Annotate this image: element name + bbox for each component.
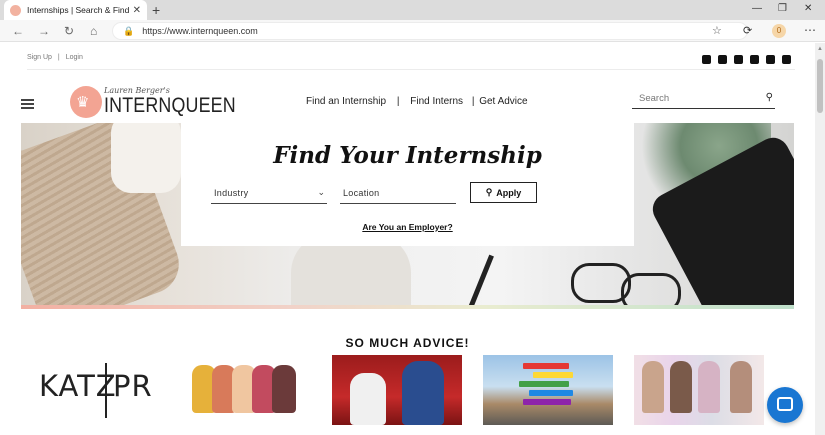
scroll-up-icon[interactable]: ▲: [817, 46, 823, 52]
page-scrollbar[interactable]: ▲: [815, 43, 825, 435]
katz-logo-divider: [105, 363, 107, 418]
hamburger-menu-icon[interactable]: [21, 99, 34, 111]
browser-tabstrip: Internships | Search & Find Your ✕ + — ❐…: [0, 0, 825, 20]
web-page: Sign Up | Login ♛ Lauren Berger's INTERN…: [0, 43, 815, 435]
favorite-star-icon[interactable]: ☆: [712, 24, 722, 37]
pinterest-icon[interactable]: [750, 55, 759, 64]
new-tab-button[interactable]: +: [152, 2, 160, 18]
advice-card-signpost-photo[interactable]: [483, 355, 613, 425]
nav-get-advice[interactable]: Get Advice: [479, 96, 527, 107]
refresh-icon[interactable]: ↻: [64, 24, 74, 38]
location-label: Location: [343, 188, 380, 198]
chat-bubble-icon: [777, 397, 793, 411]
url-field[interactable]: 🔒 https://www.internqueen.com: [112, 22, 748, 40]
photo-figure: [402, 361, 444, 425]
topbar-separator: |: [57, 54, 60, 61]
signpost-sign: [519, 381, 569, 387]
window-close-button[interactable]: ✕: [804, 3, 812, 14]
chevron-down-icon: ⌄: [317, 187, 325, 197]
signpost-sign: [523, 399, 571, 405]
industry-select[interactable]: Industry ⌄: [211, 184, 327, 204]
nav-separator: |: [471, 96, 475, 107]
twitter-icon[interactable]: [702, 55, 711, 64]
minimize-button[interactable]: —: [752, 3, 762, 14]
apply-label: Apply: [496, 187, 522, 198]
extension-icon[interactable]: ⟳: [743, 24, 752, 37]
youtube-icon[interactable]: [734, 55, 743, 64]
lock-icon: 🔒: [123, 25, 135, 36]
extension-badge[interactable]: 0: [772, 24, 786, 38]
chat-widget-button[interactable]: [767, 387, 803, 423]
collage-person: [642, 361, 664, 413]
site-favicon-icon: [10, 4, 21, 16]
collage-person: [670, 361, 692, 413]
crown-icon: ♛: [76, 94, 90, 111]
facebook-icon[interactable]: [718, 55, 727, 64]
advice-heading: SO MUCH ADVICE!: [345, 336, 470, 350]
top-utility-bar: Sign Up | Login: [0, 43, 815, 69]
url-text: https://www.internqueen.com: [142, 26, 258, 36]
more-menu-icon[interactable]: ⋯: [804, 23, 816, 37]
search-icon[interactable]: ⚲: [766, 92, 773, 103]
restore-button[interactable]: ❐: [778, 3, 787, 14]
social-links: [702, 55, 791, 64]
forward-icon[interactable]: →: [38, 24, 50, 38]
search-icon: ⚲: [485, 187, 493, 197]
nav-find-internship[interactable]: Find an Internship: [306, 96, 386, 107]
signpost-sign: [523, 363, 569, 369]
search-placeholder: Search: [639, 93, 670, 104]
location-input[interactable]: Location: [340, 184, 456, 204]
advice-card-illustration[interactable]: [180, 355, 310, 425]
photo-figure: [350, 373, 386, 425]
advice-card-katz-pr[interactable]: KATZ PR: [25, 355, 158, 425]
signpost-sign: [533, 372, 573, 378]
header-divider: [27, 69, 795, 70]
hero-photo-pen: [463, 254, 494, 309]
hero-photo-glasses: [621, 273, 681, 309]
sign-up-link[interactable]: Sign Up: [27, 54, 52, 61]
browser-tab[interactable]: Internships | Search & Find Your ✕: [4, 0, 147, 20]
signpost-sign: [529, 390, 573, 396]
illustration-figure: [272, 365, 296, 413]
internship-search-card: Find Your Internship Industry ⌄ Location…: [181, 123, 634, 246]
back-icon[interactable]: ←: [12, 24, 24, 38]
tab-close-icon[interactable]: ✕: [133, 5, 141, 16]
apply-button[interactable]: ⚲ Apply: [470, 182, 537, 203]
advice-card-collage-photo[interactable]: [634, 355, 764, 425]
advice-card-graduation-photo[interactable]: [332, 355, 462, 425]
home-icon[interactable]: ⌂: [90, 24, 97, 38]
scrollbar-thumb[interactable]: [817, 59, 823, 113]
search-input[interactable]: Search ⚲: [632, 90, 775, 109]
hero-title: Find Your Internship: [273, 142, 542, 169]
hero-banner: Find Your Internship Industry ⌄ Location…: [21, 123, 794, 309]
logo-wordmark: INTERNQUEEN: [104, 94, 236, 117]
hero-gradient-line: [21, 305, 794, 309]
industry-label: Industry: [214, 188, 249, 198]
nav-separator: |: [396, 96, 400, 107]
address-bar: ← → ↻ ⌂ 🔒 https://www.internqueen.com ☆ …: [0, 20, 825, 42]
nav-find-interns[interactable]: Find Interns: [410, 96, 463, 107]
login-link[interactable]: Login: [66, 54, 83, 61]
linkedin-icon[interactable]: [782, 55, 791, 64]
instagram-icon[interactable]: [766, 55, 775, 64]
collage-person: [730, 361, 752, 413]
tab-title: Internships | Search & Find Your: [27, 5, 129, 15]
collage-person: [698, 361, 720, 413]
employer-link[interactable]: Are You an Employer?: [181, 222, 634, 232]
hero-photo-sock: [111, 123, 181, 193]
katz-logo-text-pr: PR: [113, 369, 153, 403]
main-navigation: Find an Internship | Find Interns | Get …: [306, 96, 528, 107]
